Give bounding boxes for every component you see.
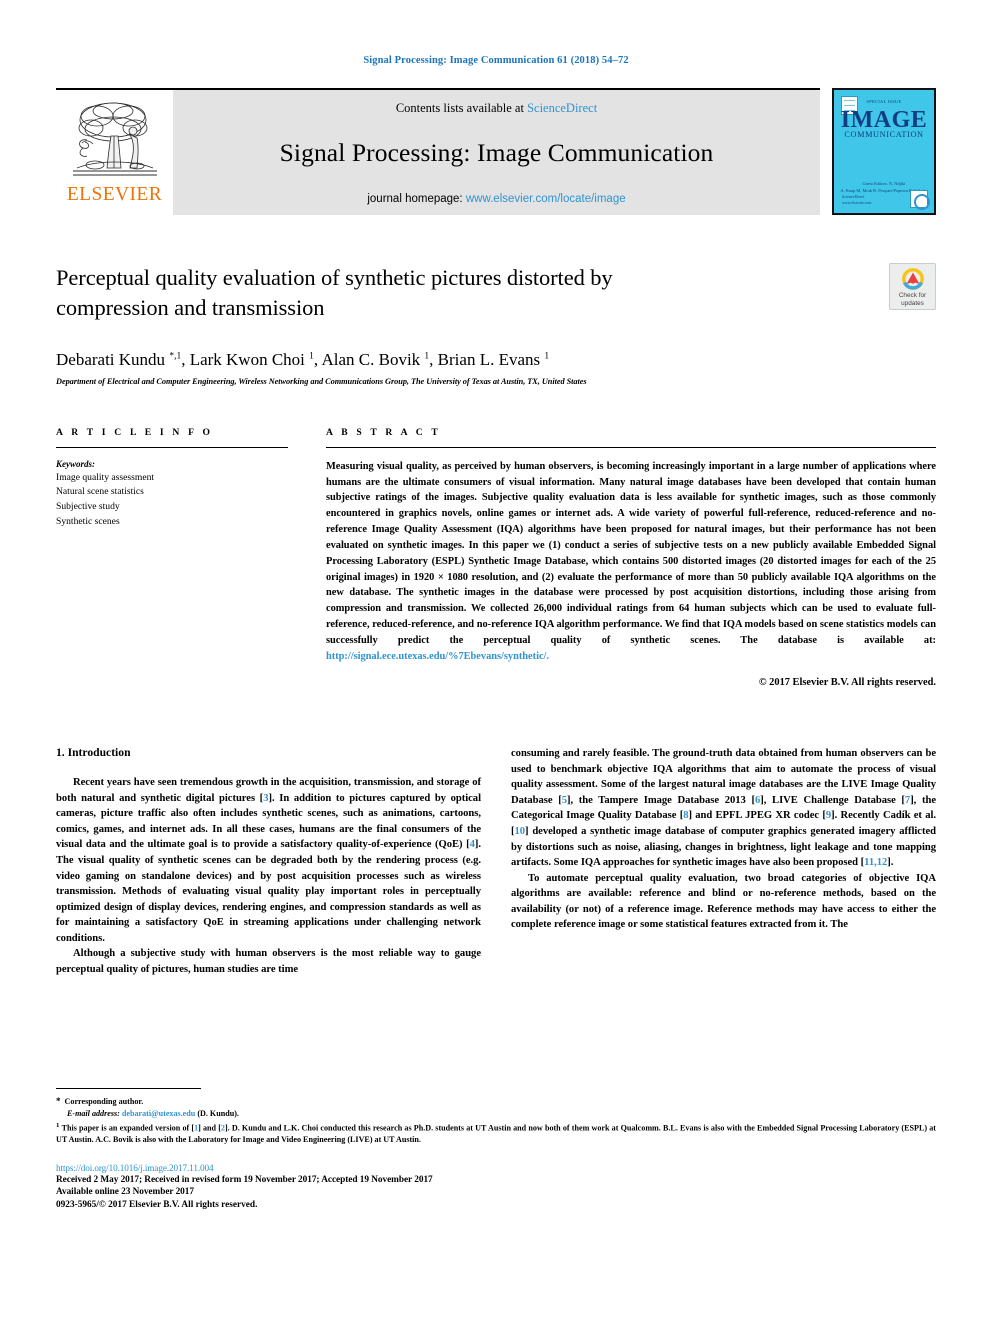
cover-title-communication: COMMUNICATION: [844, 130, 924, 139]
cover-superline: SPECIAL ISSUE: [866, 99, 902, 104]
paragraph: Recent years have seen tremendous growth…: [56, 775, 481, 946]
footnote-area: * Corresponding author. E-mail address: …: [56, 1088, 936, 1210]
crossmark-icon: [901, 268, 924, 290]
paragraph-text: ], the Tampere Image Database 2013 [: [567, 794, 755, 806]
paragraph-text: ], LIVE Challenge Database [: [760, 794, 905, 806]
email-label: E-mail address:: [67, 1108, 120, 1118]
contents-line: Contents lists available at ScienceDirec…: [173, 101, 820, 116]
masthead-center: Contents lists available at ScienceDirec…: [173, 88, 820, 215]
abstract-copyright: © 2017 Elsevier B.V. All rights reserved…: [758, 677, 936, 689]
paragraph: Although a subjective study with human o…: [56, 948, 481, 975]
publication-history: Received 2 May 2017; Received in revised…: [56, 1174, 433, 1185]
crossmark-check-for-updates-badge[interactable]: Check for updates: [889, 263, 936, 310]
paragraph-text: ] and EPFL JPEG XR codec [: [688, 810, 826, 822]
divider: [56, 446, 288, 448]
journal-homepage-line: journal homepage: www.elsevier.com/locat…: [173, 193, 820, 205]
affiliation: Department of Electrical and Computer En…: [56, 376, 587, 386]
sciencedirect-link[interactable]: ScienceDirect: [527, 101, 597, 115]
homepage-label: journal homepage:: [367, 193, 463, 205]
publication-info: https://doi.org/10.1016/j.image.2017.11.…: [56, 1163, 936, 1210]
body-column-left: 1. Introduction Recent years have seen t…: [56, 746, 481, 977]
footnote-marker: *: [56, 1096, 61, 1106]
crossmark-label: Check for updates: [890, 292, 935, 308]
footnote-divider: [56, 1088, 201, 1089]
footnote-text: This paper is an expanded version of [: [61, 1123, 195, 1133]
crossmark-label-line1: Check for: [898, 292, 927, 299]
journal-title: Signal Processing: Image Communication: [279, 138, 714, 167]
journal-masthead: ELSEVIER Contents lists available at Sci…: [56, 88, 936, 215]
page-title: Perceptual quality evaluation of synthet…: [56, 265, 613, 320]
article-info-column: A R T I C L E I N F O Keywords: Image qu…: [56, 427, 306, 529]
body-column-right: consuming and rarely feasible. The groun…: [511, 746, 936, 977]
info-abstract-row: A R T I C L E I N F O Keywords: Image qu…: [56, 426, 936, 689]
article-info-heading: A R T I C L E I N F O: [56, 426, 214, 438]
abstract-body: Measuring visual quality, as perceived b…: [326, 460, 936, 646]
doi-link[interactable]: https://doi.org/10.1016/j.image.2017.11.…: [56, 1163, 936, 1173]
body-columns: 1. Introduction Recent years have seen t…: [56, 746, 936, 977]
paragraph-text: ].: [887, 857, 894, 869]
footnote-email: E-mail address: debarati@utexas.edu (D. …: [56, 1108, 936, 1119]
abstract-column: A B S T R A C T Measuring visual quality…: [306, 426, 936, 689]
divider: [326, 446, 936, 448]
footnote-text: ] and [: [198, 1123, 221, 1133]
crossmark-label-line2: updates: [901, 300, 924, 307]
elsevier-tree-icon: [67, 96, 163, 184]
cover-footer-line1: Guest Editors: N. Ndjiki: [862, 180, 906, 186]
available-online: Available online 23 November 2017: [56, 1186, 194, 1197]
footnote-corresponding-author: * Corresponding author.: [56, 1095, 936, 1108]
elsevier-logo-block: ELSEVIER: [56, 88, 173, 215]
running-head: Signal Processing: Image Communication 6…: [363, 55, 629, 66]
cover-badge-icon: [910, 190, 930, 210]
title-block: Perceptual quality evaluation of synthet…: [56, 263, 936, 386]
cover-url: ScienceDirect www.elsevier.com: [842, 194, 872, 206]
email-suffix: (D. Kundu).: [197, 1108, 239, 1118]
elsevier-wordmark: ELSEVIER: [66, 184, 163, 205]
journal-article-page: Signal Processing: Image Communication 6…: [0, 0, 992, 1323]
issn-copyright-line: 0923-5965/© 2017 Elsevier B.V. All right…: [56, 1199, 258, 1210]
list-item: Synthetic scenes: [56, 515, 120, 527]
citation-ref[interactable]: 11,12: [864, 857, 887, 868]
footnote-marker: 1: [56, 1122, 60, 1130]
contents-prefix: Contents lists available at: [395, 101, 524, 115]
journal-cover-thumbnail: SPECIAL ISSUE IMAGE COMMUNICATION Guest …: [832, 88, 936, 215]
list-item: Subjective study: [56, 501, 120, 512]
footnote-1: 1 This paper is an expanded version of […: [56, 1121, 936, 1146]
paragraph-text: ]. The visual quality of synthetic scene…: [56, 839, 481, 944]
abstract-heading: A B S T R A C T: [326, 426, 441, 438]
abstract-text: Measuring visual quality, as perceived b…: [326, 459, 936, 665]
list-item: Natural scene statistics: [56, 486, 144, 498]
citation-ref[interactable]: 10: [515, 826, 526, 837]
section-heading-introduction: 1. Introduction: [56, 746, 131, 760]
homepage-link[interactable]: www.elsevier.com/locate/image: [466, 193, 626, 205]
paragraph: To automate perceptual quality evaluatio…: [511, 872, 936, 931]
keywords-label: Keywords:: [56, 458, 95, 469]
paragraph: consuming and rarely feasible. The groun…: [511, 746, 936, 870]
author-list: Debarati Kundu *,1, Lark Kwon Choi 1, Al…: [56, 349, 550, 369]
cover-url-line2: www.elsevier.com: [842, 200, 872, 205]
footnote-text: Corresponding author.: [64, 1097, 144, 1106]
email-link[interactable]: debarati@utexas.edu: [122, 1109, 195, 1118]
database-url-link[interactable]: http://signal.ece.utexas.edu/%7Ebevans/s…: [326, 651, 549, 662]
keywords-list: Image quality assessment Natural scene s…: [56, 471, 288, 529]
list-item: Image quality assessment: [56, 471, 155, 483]
